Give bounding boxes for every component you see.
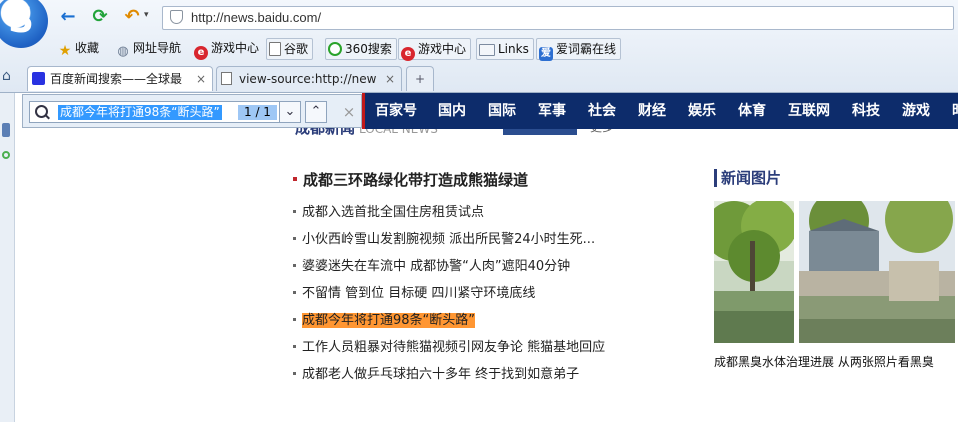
nav-item-domestic[interactable]: 国内 [438,93,466,129]
side-panel [0,93,15,422]
bullet [293,318,296,321]
bookmark-google[interactable]: 谷歌 [266,38,314,60]
tab-baidu-news[interactable]: 百度新闻搜索——全球最 × [27,66,213,91]
news-nav-bar: 百家号 国内 国际 军事 社会 财经 娱乐 体育 互联网 科技 游戏 时 [362,93,958,129]
find-match-count: 1 / 1 [238,105,277,120]
bullet [293,264,296,267]
side-panel-circle-icon[interactable] [2,151,10,159]
refresh-icon[interactable]: ⟳ [88,6,112,28]
nav-item-baijiahao[interactable]: 百家号 [375,93,417,129]
page-icon [221,72,232,85]
find-input[interactable]: 成都今年将打通98条“断头路” 1 / 1 [29,101,295,123]
chevron-down-icon: ⌄ [284,104,296,119]
bullet [293,210,296,213]
nav-item-tech[interactable]: 科技 [852,93,880,129]
news-photo-2-image [799,201,955,343]
game-icon: e [194,46,208,60]
photo-caption[interactable]: 成都黑臭水体治理进展 从两张照片看黑臭 [714,353,934,370]
news-list-item[interactable]: 工作人员粗暴对待熊猫视频引网友争论 熊猫基地回应 [293,336,605,355]
star-icon: ★ [58,43,72,59]
news-list-item-highlighted[interactable]: 成都今年将打通98条“断头路” [293,309,476,328]
search-icon-handle [45,114,50,120]
news-photo-1-image [714,201,794,343]
undo-dropdown-icon[interactable]: ▾ [144,10,149,20]
nav-item-more[interactable]: 时 [952,93,958,129]
360-icon [328,42,342,56]
bookmark-links[interactable]: Links [476,38,534,60]
news-photo-2[interactable] [799,201,955,343]
bookmark-iciba[interactable]: 爱爱词霸在线 [536,38,622,61]
security-shield-icon [170,10,183,24]
nav-item-entertainment[interactable]: 娱乐 [688,93,716,129]
headline-link[interactable]: 成都三环路绿化带打造成熊猫绿道 [293,169,528,190]
folder-icon [479,44,495,56]
address-bar[interactable]: http://news.baidu.com/ [162,6,954,30]
iciba-icon: 爱 [539,47,553,61]
new-tab-button[interactable]: + [406,66,434,91]
bookmark-360-search[interactable]: 360搜索 [325,38,397,60]
news-list-item[interactable]: 不留情 管到位 目标硬 四川紧守环境底线 [293,282,535,301]
find-close-button[interactable]: × [341,101,357,123]
nav-item-games[interactable]: 游戏 [902,93,930,129]
nav-item-society[interactable]: 社会 [588,93,616,129]
tab-strip: ⌂ 百度新闻搜索——全球最 × view-source:http://new ×… [0,64,958,93]
close-tab-icon[interactable]: × [192,67,206,91]
bullet [293,345,296,348]
close-tab-icon[interactable]: × [381,67,395,91]
tab-view-source[interactable]: view-source:http://new × [216,66,402,91]
bullet [293,372,296,375]
find-query-text: 成都今年将打通98条“断头路” [58,105,222,120]
nav-item-finance[interactable]: 财经 [638,93,666,129]
game-icon: e [401,47,415,61]
nav-item-internet[interactable]: 互联网 [788,93,830,129]
side-panel-icon[interactable] [2,123,10,137]
bullet [293,291,296,294]
bookmarks-bar: ★ 收藏 ◍ 网址导航 e 游戏中心 谷歌 360搜索 e 游戏中心 Links 爱爱词… [0,38,958,61]
baidu-paw-icon [32,72,45,85]
pictures-title: 新闻图片 [714,169,781,187]
find-next-button[interactable]: ⌄ [279,101,301,123]
home-icon[interactable]: ⌂ [2,68,11,84]
news-list-item[interactable]: 小伙西岭雪山发割腕视频 派出所民警24小时生死... [293,228,595,247]
bullet [293,237,296,240]
bookmark-favorites[interactable]: ★ 收藏 [58,38,99,58]
page-icon [269,42,281,56]
globe-icon: ◍ [117,44,129,59]
find-prev-button[interactable]: ⌃ [305,101,327,123]
back-arrow-icon[interactable]: ← [56,6,80,28]
bookmark-game-center[interactable]: e 游戏中心 [194,38,259,60]
url-text[interactable]: http://news.baidu.com/ [191,10,321,25]
news-photo-1[interactable] [714,201,794,343]
news-list-item[interactable]: 成都入选首批全国住房租赁试点 [293,201,484,220]
news-list-item[interactable]: 婆婆迷失在车流中 成都协警“人肉”遮阳40分钟 [293,255,570,274]
nav-item-sports[interactable]: 体育 [738,93,766,129]
headline-marker [293,177,297,181]
find-bar: 成都今年将打通98条“断头路” 1 / 1 ⌄ ⌃ × [22,94,362,128]
bookmark-game-center-2[interactable]: e 游戏中心 [398,38,472,61]
undo-icon[interactable]: ↶ [120,6,144,28]
nav-item-military[interactable]: 军事 [538,93,566,129]
news-list-item[interactable]: 成都老人做乒乓球拍六十多年 终于找到如意弟子 [293,363,579,382]
nav-item-international[interactable]: 国际 [488,93,516,129]
chevron-up-icon: ⌃ [310,104,322,119]
bookmark-nav[interactable]: ◍ 网址导航 [116,38,181,59]
